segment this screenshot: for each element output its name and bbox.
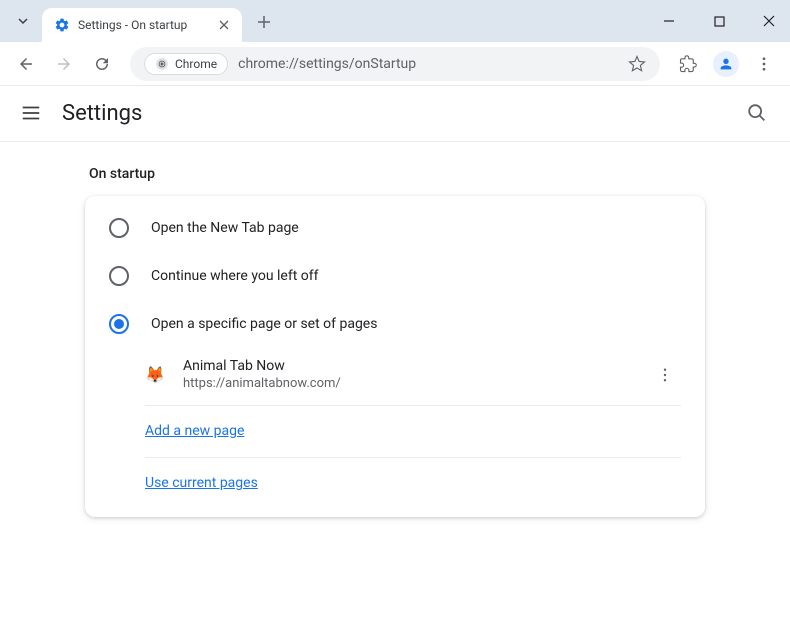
new-tab-button[interactable]	[250, 8, 278, 36]
menu-button[interactable]	[748, 48, 780, 80]
radio-label: Open the New Tab page	[151, 220, 299, 236]
tab-close-button[interactable]	[216, 17, 232, 33]
settings-header: Settings	[0, 86, 790, 142]
chevron-down-icon	[17, 15, 29, 27]
reload-button[interactable]	[86, 48, 118, 80]
use-current-row: Use current pages	[145, 457, 681, 505]
browser-tab[interactable]: Settings - On startup	[42, 8, 242, 42]
url-text: chrome://settings/onStartup	[238, 56, 618, 72]
profile-button[interactable]	[710, 48, 742, 80]
site-info-chip[interactable]: Chrome	[144, 53, 228, 75]
puzzle-icon	[679, 55, 697, 73]
radio-label: Continue where you left off	[151, 268, 319, 284]
browser-toolbar: Chrome chrome://settings/onStartup	[0, 42, 790, 86]
maximize-button[interactable]	[704, 6, 734, 36]
use-current-pages-link[interactable]: Use current pages	[145, 475, 258, 491]
search-button[interactable]	[746, 102, 770, 126]
minimize-icon	[663, 15, 675, 27]
page-url: https://animaltabnow.com/	[183, 376, 649, 391]
tab-title: Settings - On startup	[78, 18, 216, 32]
add-page-link[interactable]: Add a new page	[145, 423, 244, 439]
radio-icon	[109, 218, 129, 238]
minimize-button[interactable]	[654, 6, 684, 36]
plus-icon	[257, 15, 271, 29]
close-icon	[219, 20, 229, 30]
page-favicon-icon: 🦊	[145, 365, 165, 385]
page-info: Animal Tab Now https://animaltabnow.com/	[183, 358, 649, 391]
address-bar[interactable]: Chrome chrome://settings/onStartup	[130, 47, 660, 81]
radio-option-specific-pages[interactable]: Open a specific page or set of pages	[85, 300, 705, 348]
radio-option-new-tab[interactable]: Open the New Tab page	[85, 204, 705, 252]
window-controls	[654, 0, 784, 42]
page-actions-button[interactable]	[649, 359, 681, 391]
close-window-button[interactable]	[754, 6, 784, 36]
chrome-icon	[155, 57, 169, 71]
startup-card: Open the New Tab page Continue where you…	[85, 196, 705, 517]
forward-button[interactable]	[48, 48, 80, 80]
maximize-icon	[714, 16, 725, 27]
dots-vertical-icon	[755, 55, 773, 73]
site-info-label: Chrome	[175, 57, 217, 71]
avatar-icon	[713, 51, 739, 77]
tab-search-dropdown[interactable]	[10, 8, 36, 34]
radio-option-continue[interactable]: Continue where you left off	[85, 252, 705, 300]
extensions-button[interactable]	[672, 48, 704, 80]
startup-page-row: 🦊 Animal Tab Now https://animaltabnow.co…	[85, 348, 705, 401]
section-heading: On startup	[89, 166, 705, 182]
star-icon	[628, 55, 646, 73]
arrow-right-icon	[55, 55, 73, 73]
dots-vertical-icon	[656, 366, 674, 384]
hamburger-icon	[20, 102, 42, 124]
search-icon	[746, 102, 768, 124]
radio-icon	[109, 266, 129, 286]
page-name: Animal Tab Now	[183, 358, 649, 374]
reload-icon	[93, 55, 111, 73]
bookmark-button[interactable]	[628, 55, 646, 73]
arrow-left-icon	[17, 55, 35, 73]
window-titlebar: Settings - On startup	[0, 0, 790, 42]
settings-content: On startup Open the New Tab page Continu…	[0, 142, 790, 517]
radio-icon	[109, 314, 129, 334]
add-page-row: Add a new page	[145, 405, 681, 453]
gear-icon	[54, 17, 70, 33]
radio-label: Open a specific page or set of pages	[151, 316, 377, 332]
page-title: Settings	[62, 101, 746, 126]
close-icon	[763, 15, 775, 27]
hamburger-menu-button[interactable]	[20, 102, 44, 126]
back-button[interactable]	[10, 48, 42, 80]
